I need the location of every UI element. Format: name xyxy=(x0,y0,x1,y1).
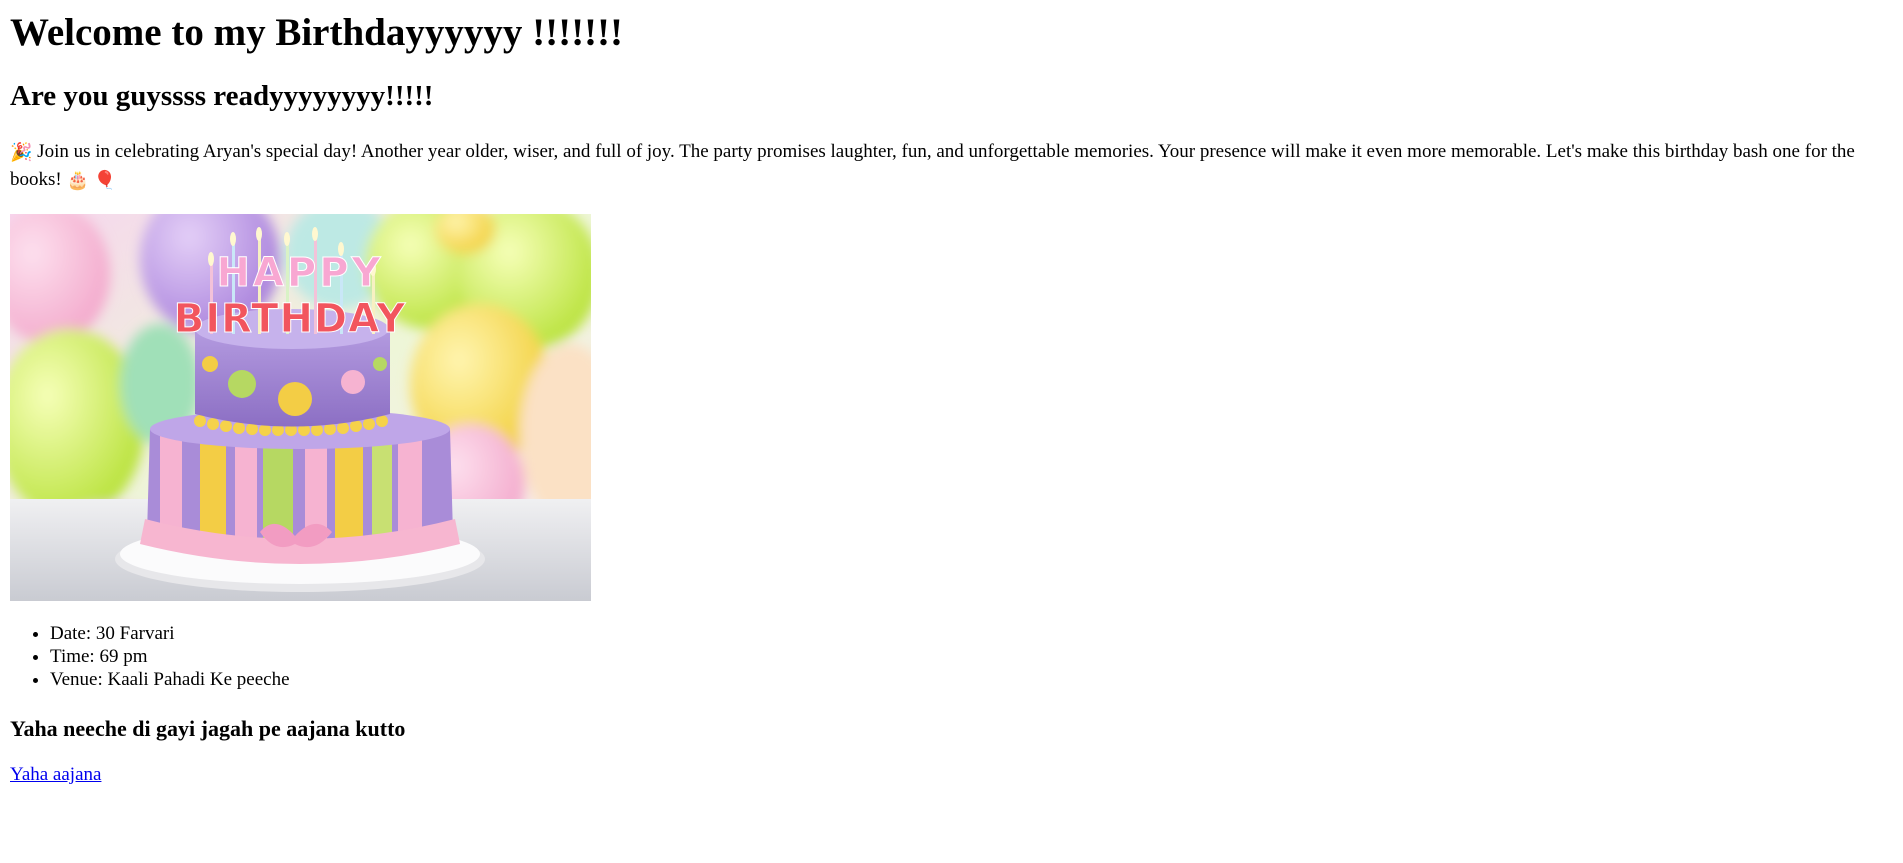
candle-text-happy: HAPPY xyxy=(216,250,383,296)
intro-text: Join us in celebrating Aryan's special d… xyxy=(10,141,1855,190)
cake-icon: 🎂 xyxy=(66,170,89,191)
candle-text-birthday: BIRTHDAY xyxy=(174,296,406,342)
directions-heading: Yaha neeche di gayi jagah pe aajana kutt… xyxy=(10,716,406,741)
balloon-icon: 🎈 xyxy=(93,170,117,191)
page-subtitle: Are you guyssss readyyyyyyyy!!!!! xyxy=(10,80,434,112)
list-item-venue: Venue: Kaali Pahadi Ke peeche xyxy=(50,668,1893,691)
list-item-date: Date: 30 Farvari xyxy=(50,622,1893,645)
intro-paragraph: 🎉 Join us in celebrating Aryan's special… xyxy=(10,138,1900,194)
birthday-cake-image: HAPPY BIRTHDAY xyxy=(10,214,591,601)
location-link[interactable]: Yaha aajana xyxy=(10,763,101,787)
page-title: Welcome to my Birthdayyyyyy !!!!!!! xyxy=(10,11,624,54)
event-details-list: Date: 30 Farvari Time: 69 pm Venue: Kaal… xyxy=(10,622,1893,691)
list-item-time: Time: 69 pm xyxy=(50,645,1893,668)
party-popper-icon: 🎉 xyxy=(10,142,33,163)
